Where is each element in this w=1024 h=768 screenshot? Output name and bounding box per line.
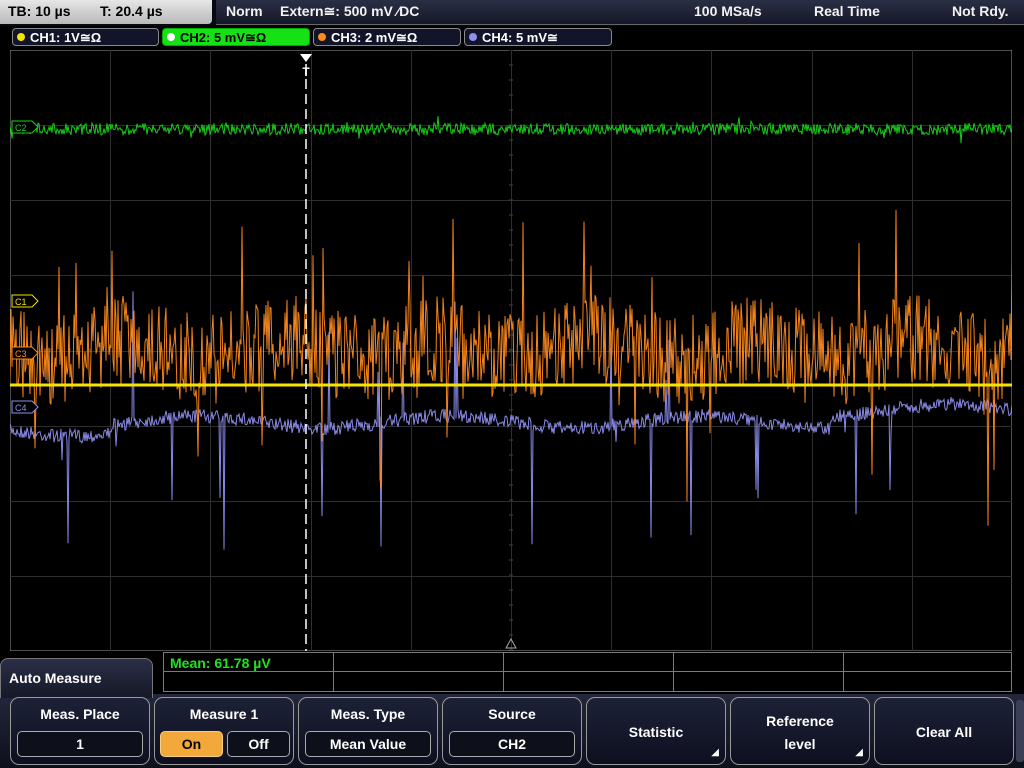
trigger-mode: Norm (226, 3, 263, 19)
timebase-label: TB: 10 µs (8, 3, 71, 19)
acquisition-state: Not Rdy. (952, 3, 1009, 19)
meas-cell-8[interactable] (503, 671, 674, 692)
mean-value-readout: Mean: 61.78 µV (170, 655, 271, 671)
measure1-title: Measure 1 (189, 706, 259, 722)
svg-text:C4: C4 (15, 403, 27, 413)
tab-ch3[interactable]: CH3: 2 mV≅Ω (313, 28, 461, 46)
source-value: CH2 (449, 731, 575, 757)
meas-type-button[interactable]: Meas. Type Mean Value (298, 697, 438, 765)
reference-title-line1: Reference (766, 713, 834, 729)
meas-cell-4[interactable] (673, 652, 844, 672)
meas-cell-7[interactable] (333, 671, 504, 692)
menu-title: Auto Measure (9, 670, 102, 686)
acquisition-mode: Real Time (814, 3, 880, 19)
tab-ch1[interactable]: CH1: 1V≅Ω (12, 28, 159, 46)
ch3-color-icon (318, 33, 326, 41)
clear-all-title: Clear All (915, 724, 973, 740)
submenu-arrow-icon: ◢ (711, 747, 719, 758)
meas-cell-6[interactable] (163, 671, 334, 692)
source-title: Source (488, 706, 536, 722)
status-bar: TB: 10 µs T: 20.4 µs Norm Extern≅: 500 m… (0, 0, 1024, 26)
waveform-canvas: T C2 C1 C3 C4 (10, 50, 1012, 651)
trigger-info-panel[interactable]: Norm Extern≅: 500 mV ⁄DC 100 MSa/s Real … (216, 0, 1024, 25)
ch4-color-icon (469, 33, 477, 41)
ch3-label: CH3: 2 mV≅Ω (331, 30, 418, 45)
ch2-color-icon (167, 33, 175, 41)
meas-cell-2[interactable] (333, 652, 504, 672)
timebase-panel[interactable]: TB: 10 µs T: 20.4 µs (0, 0, 212, 24)
channel-marker: C2 (11, 120, 39, 134)
tab-ch4[interactable]: CH4: 5 mV≅ (464, 28, 612, 46)
waveform-display[interactable]: T C2 C1 C3 C4 (10, 50, 1012, 651)
reference-title-line2: level (784, 736, 816, 752)
channel-marker: C3 (11, 346, 39, 360)
sample-rate: 100 MSa/s (694, 3, 762, 19)
tab-ch2[interactable]: CH2: 5 mV≅Ω (162, 28, 310, 46)
scroll-handle[interactable] (1016, 700, 1024, 762)
svg-text:C1: C1 (15, 297, 27, 307)
meas-cell-1[interactable]: Mean: 61.78 µV (163, 652, 334, 672)
trigger-source: Extern≅: 500 mV ⁄DC (280, 3, 420, 19)
trigger-time-label: T: 20.4 µs (100, 3, 163, 19)
meas-place-button[interactable]: Meas. Place 1 (10, 697, 150, 765)
svg-text:C2: C2 (15, 123, 27, 133)
measure1-on-toggle[interactable]: On (160, 731, 223, 757)
meas-place-title: Meas. Place (40, 706, 120, 722)
statistic-title: Statistic (628, 724, 684, 740)
trigger-marker-icon: T (302, 65, 310, 79)
measure1-off-toggle[interactable]: Off (227, 731, 290, 757)
meas-type-title: Meas. Type (330, 706, 406, 722)
meas-cell-10[interactable] (843, 671, 1012, 692)
ch1-color-icon (17, 33, 25, 41)
submenu-arrow-icon: ◢ (855, 747, 863, 758)
measurement-strip: Mean: 61.78 µV (163, 652, 1012, 692)
statistic-button[interactable]: Statistic ◢ (586, 697, 726, 765)
meas-cell-3[interactable] (503, 652, 674, 672)
channel-marker: C4 (11, 400, 39, 414)
measure1-button[interactable]: Measure 1 On Off (154, 697, 294, 765)
ch2-label: CH2: 5 mV≅Ω (180, 30, 267, 45)
ch4-label: CH4: 5 mV≅ (482, 30, 558, 45)
meas-place-value: 1 (17, 731, 143, 757)
meas-cell-9[interactable] (673, 671, 844, 692)
meas-type-value: Mean Value (305, 731, 431, 757)
menu-title-tab[interactable]: Auto Measure (0, 658, 153, 698)
svg-text:C3: C3 (15, 349, 27, 359)
ch1-label: CH1: 1V≅Ω (30, 30, 102, 45)
reference-level-button[interactable]: Reference level ◢ (730, 697, 870, 765)
channel-marker: C1 (11, 294, 39, 308)
source-button[interactable]: Source CH2 (442, 697, 582, 765)
meas-cell-5[interactable] (843, 652, 1012, 672)
clear-all-button[interactable]: Clear All (874, 697, 1014, 765)
